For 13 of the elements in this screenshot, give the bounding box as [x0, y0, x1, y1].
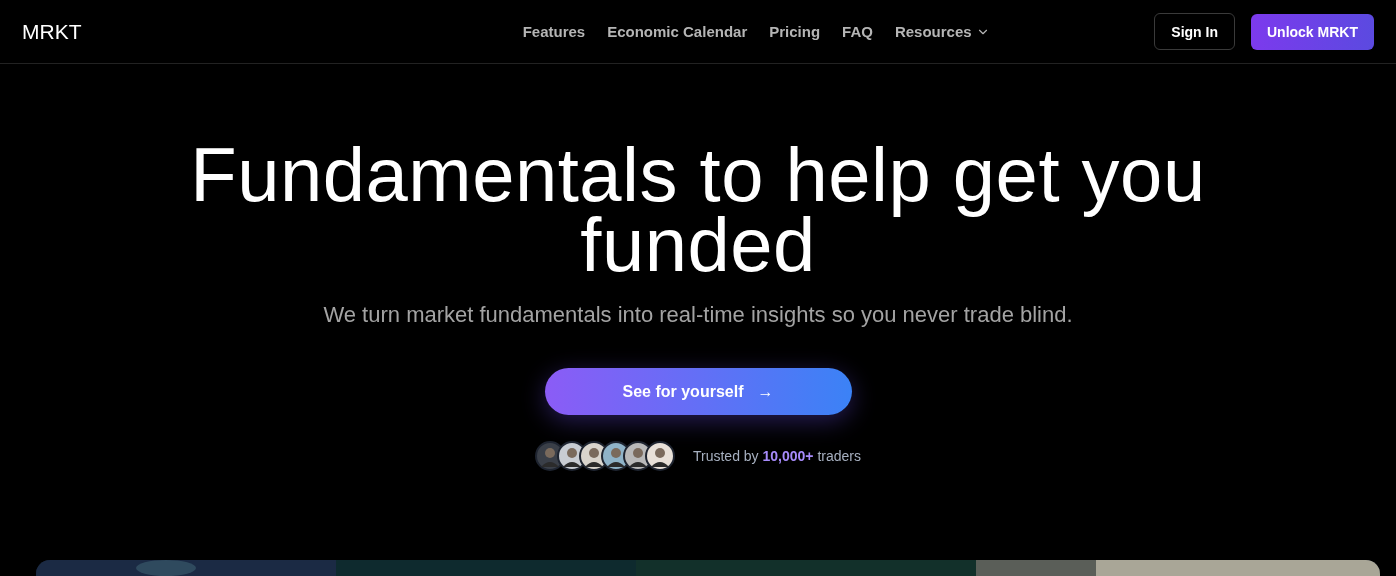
headline: Fundamentals to help get you funded	[190, 140, 1206, 280]
nav-link[interactable]: FAQ	[842, 23, 873, 40]
nav-link[interactable]: Pricing	[769, 23, 821, 40]
nav-link[interactable]: Economic Calendar	[607, 23, 748, 40]
subtitle: We turn market fundamentals into real-time insights so you never trade blind.	[323, 302, 1073, 328]
sign-in-button[interactable]: Sign In	[1154, 13, 1235, 50]
see-for-yourself-button[interactable]: See for yourself →	[544, 368, 852, 415]
logo[interactable]: MRKT	[22, 19, 252, 44]
avatar-icon	[645, 441, 675, 471]
nav-link[interactable]: Features	[522, 23, 586, 40]
trust-text: Trusted by 10,000+ traders	[693, 448, 861, 464]
unlock-button[interactable]: Unlock MRKT	[1251, 13, 1374, 50]
nav-link[interactable]: Resources	[894, 23, 990, 40]
